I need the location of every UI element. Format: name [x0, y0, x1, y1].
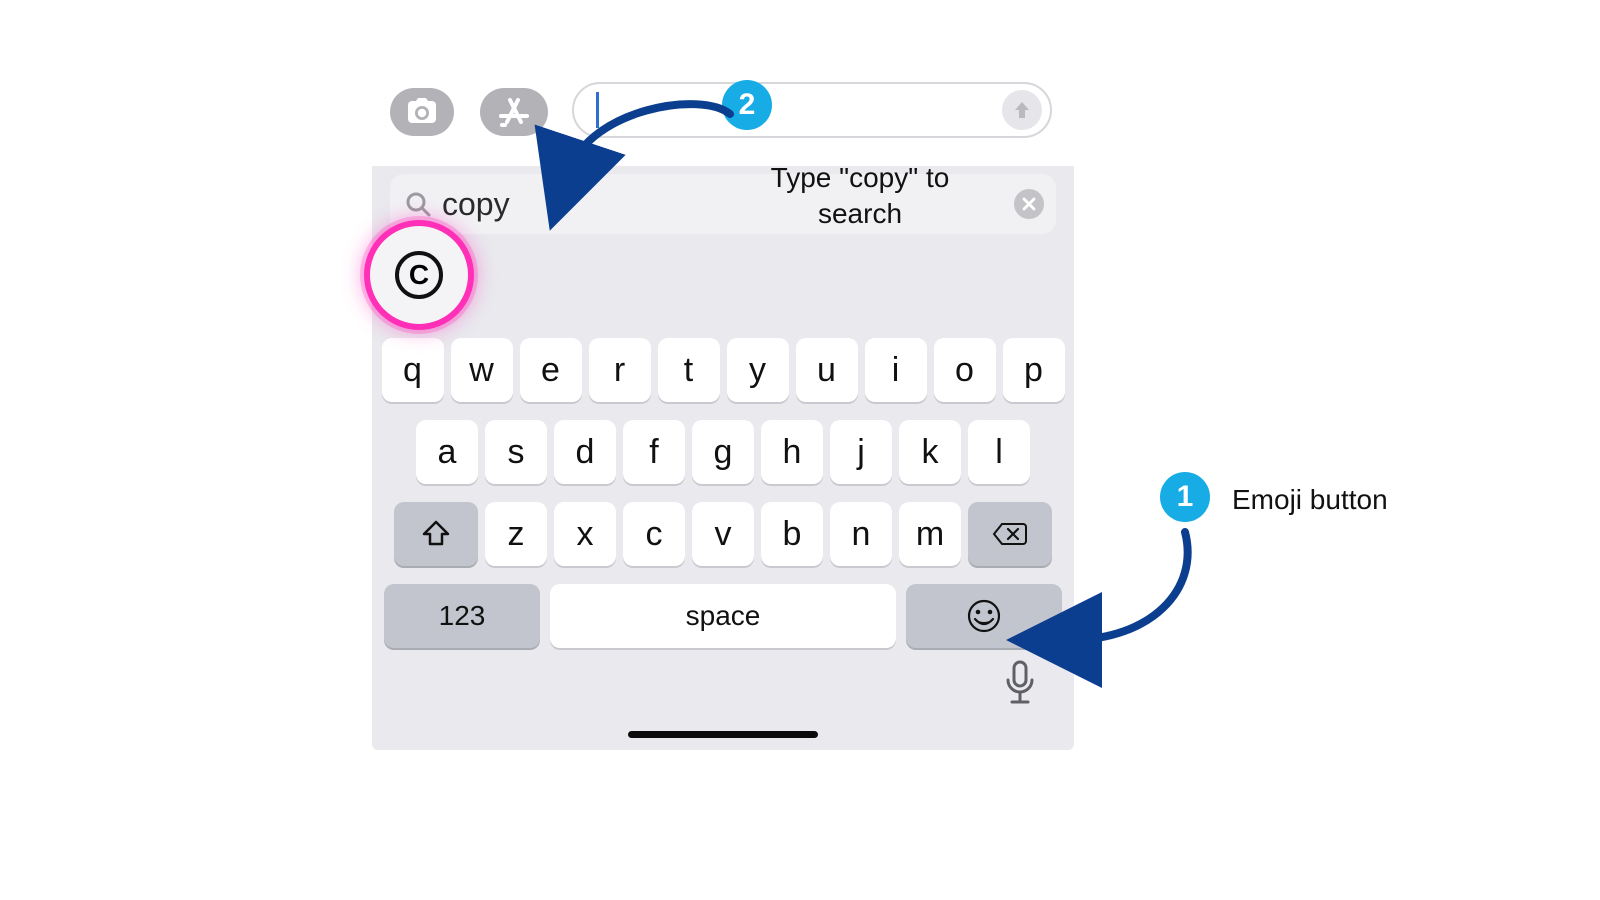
key-shift[interactable] — [394, 502, 478, 566]
key-q[interactable]: q — [382, 338, 444, 402]
key-y[interactable]: y — [727, 338, 789, 402]
search-icon — [404, 190, 432, 218]
annotation-step-2-label: Type "copy" to search — [750, 160, 970, 233]
keyboard-row-3: z x c v b n m — [378, 502, 1068, 566]
key-m[interactable]: m — [899, 502, 961, 566]
key-k[interactable]: k — [899, 420, 961, 484]
annotation-step-1-label: Emoji button — [1232, 482, 1388, 518]
key-i[interactable]: i — [865, 338, 927, 402]
key-u[interactable]: u — [796, 338, 858, 402]
annotation-arrow-1 — [1050, 520, 1230, 680]
keyboard: q w e r t y u i o p a s d f g h j k l — [372, 338, 1074, 654]
key-n[interactable]: n — [830, 502, 892, 566]
key-j[interactable]: j — [830, 420, 892, 484]
key-g[interactable]: g — [692, 420, 754, 484]
keyboard-row-4: 123 space — [384, 584, 1062, 648]
key-p[interactable]: p — [1003, 338, 1065, 402]
emoji-icon — [966, 598, 1002, 634]
annotation-step-1-badge: 1 — [1160, 472, 1210, 522]
key-x[interactable]: x — [554, 502, 616, 566]
keyboard-footer — [372, 654, 1074, 750]
appstore-icon — [496, 94, 532, 130]
key-h[interactable]: h — [761, 420, 823, 484]
camera-icon — [403, 97, 441, 127]
key-emoji[interactable] — [906, 584, 1062, 648]
key-b[interactable]: b — [761, 502, 823, 566]
emoji-results-row: C — [372, 234, 1074, 338]
key-t[interactable]: t — [658, 338, 720, 402]
annotation-highlight-ring: C — [364, 220, 474, 330]
key-e[interactable]: e — [520, 338, 582, 402]
key-f[interactable]: f — [623, 420, 685, 484]
app-drawer-button[interactable] — [480, 88, 548, 136]
annotation-arrow-2 — [550, 100, 780, 210]
x-icon — [1022, 197, 1036, 211]
emoji-result-copyright[interactable]: C — [395, 251, 443, 299]
arrow-up-icon — [1011, 99, 1033, 121]
key-l[interactable]: l — [968, 420, 1030, 484]
shift-icon — [421, 519, 451, 549]
key-space[interactable]: space — [550, 584, 896, 648]
key-s[interactable]: s — [485, 420, 547, 484]
key-v[interactable]: v — [692, 502, 754, 566]
key-c[interactable]: c — [623, 502, 685, 566]
key-numeric[interactable]: 123 — [384, 584, 540, 648]
key-o[interactable]: o — [934, 338, 996, 402]
backspace-icon — [992, 521, 1028, 547]
key-z[interactable]: z — [485, 502, 547, 566]
key-d[interactable]: d — [554, 420, 616, 484]
camera-button[interactable] — [390, 88, 454, 136]
send-button[interactable] — [1002, 90, 1042, 130]
keyboard-row-1: q w e r t y u i o p — [378, 338, 1068, 402]
emoji-search-value: copy — [442, 186, 510, 223]
copyright-icon: C — [409, 259, 429, 291]
keyboard-row-2: a s d f g h j k l — [378, 420, 1068, 484]
home-indicator[interactable] — [628, 731, 818, 738]
dictation-button[interactable] — [1002, 660, 1038, 711]
key-a[interactable]: a — [416, 420, 478, 484]
mic-icon — [1002, 660, 1038, 706]
key-backspace[interactable] — [968, 502, 1052, 566]
key-r[interactable]: r — [589, 338, 651, 402]
clear-search-button[interactable] — [1014, 189, 1044, 219]
key-w[interactable]: w — [451, 338, 513, 402]
